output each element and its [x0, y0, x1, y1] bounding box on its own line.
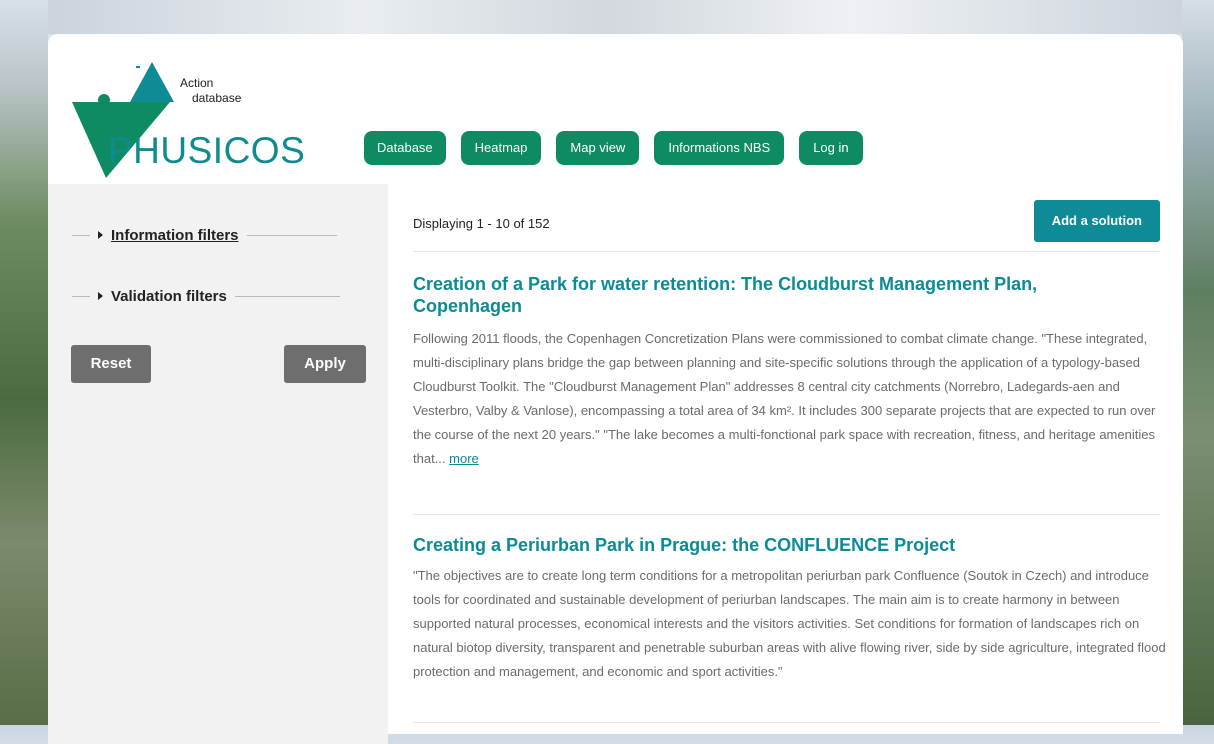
result-description: "The objectives are to create long term …	[413, 568, 1166, 679]
add-solution-button[interactable]: Add a solution	[1033, 200, 1160, 242]
divider	[413, 514, 1160, 515]
divider	[413, 722, 1160, 723]
caret-right-icon	[98, 292, 103, 300]
result-title-link[interactable]: Creating a Periurban Park in Prague: the…	[413, 534, 1113, 556]
header: Action database PHUSICOS Database Heatma…	[48, 34, 1183, 184]
divider	[413, 251, 1160, 252]
result-description: Following 2011 floods, the Copenhagen Co…	[413, 327, 1168, 471]
divider-line	[246, 234, 337, 236]
logo-database-text: database	[192, 91, 242, 105]
background-mountain-top	[0, 0, 1214, 34]
apply-button[interactable]: Apply	[284, 345, 366, 383]
caret-right-icon	[98, 231, 103, 239]
reset-button[interactable]: Reset	[71, 345, 151, 383]
results-panel: Displaying 1 - 10 of 152 Add a solution …	[413, 184, 1173, 744]
nav-login-button[interactable]: Log in	[799, 131, 863, 165]
nav-heatmap-button[interactable]: Heatmap	[460, 131, 542, 165]
logo-wordmark: PHUSICOS	[108, 130, 306, 171]
results-count: Displaying 1 - 10 of 152	[413, 216, 550, 231]
background-mountain-left	[0, 0, 48, 725]
phusicos-logo[interactable]: Action database PHUSICOS	[70, 56, 320, 186]
divider-line	[234, 295, 340, 297]
nav-map-view-button[interactable]: Map view	[556, 131, 640, 165]
filter-sidebar: Information filters Validation filters R…	[48, 184, 388, 744]
more-link[interactable]: more	[449, 451, 479, 466]
divider-line	[72, 234, 90, 236]
information-filters-toggle[interactable]: Information filters	[72, 225, 337, 245]
information-filters-label: Information filters	[111, 226, 239, 244]
main-nav: Database Heatmap Map view Informations N…	[364, 131, 878, 165]
background-mountain-right	[1182, 0, 1214, 725]
nav-database-button[interactable]: Database	[364, 131, 446, 165]
result-description-text: Following 2011 floods, the Copenhagen Co…	[413, 331, 1156, 466]
page-card: Action database PHUSICOS Database Heatma…	[48, 34, 1183, 744]
validation-filters-label: Validation filters	[111, 287, 227, 305]
result-title-link[interactable]: Creation of a Park for water retention: …	[413, 273, 1113, 317]
validation-filters-toggle[interactable]: Validation filters	[72, 286, 340, 306]
logo-action-text: Action	[180, 76, 214, 90]
divider-line	[72, 295, 90, 297]
nav-informations-nbs-button[interactable]: Informations NBS	[654, 131, 785, 165]
